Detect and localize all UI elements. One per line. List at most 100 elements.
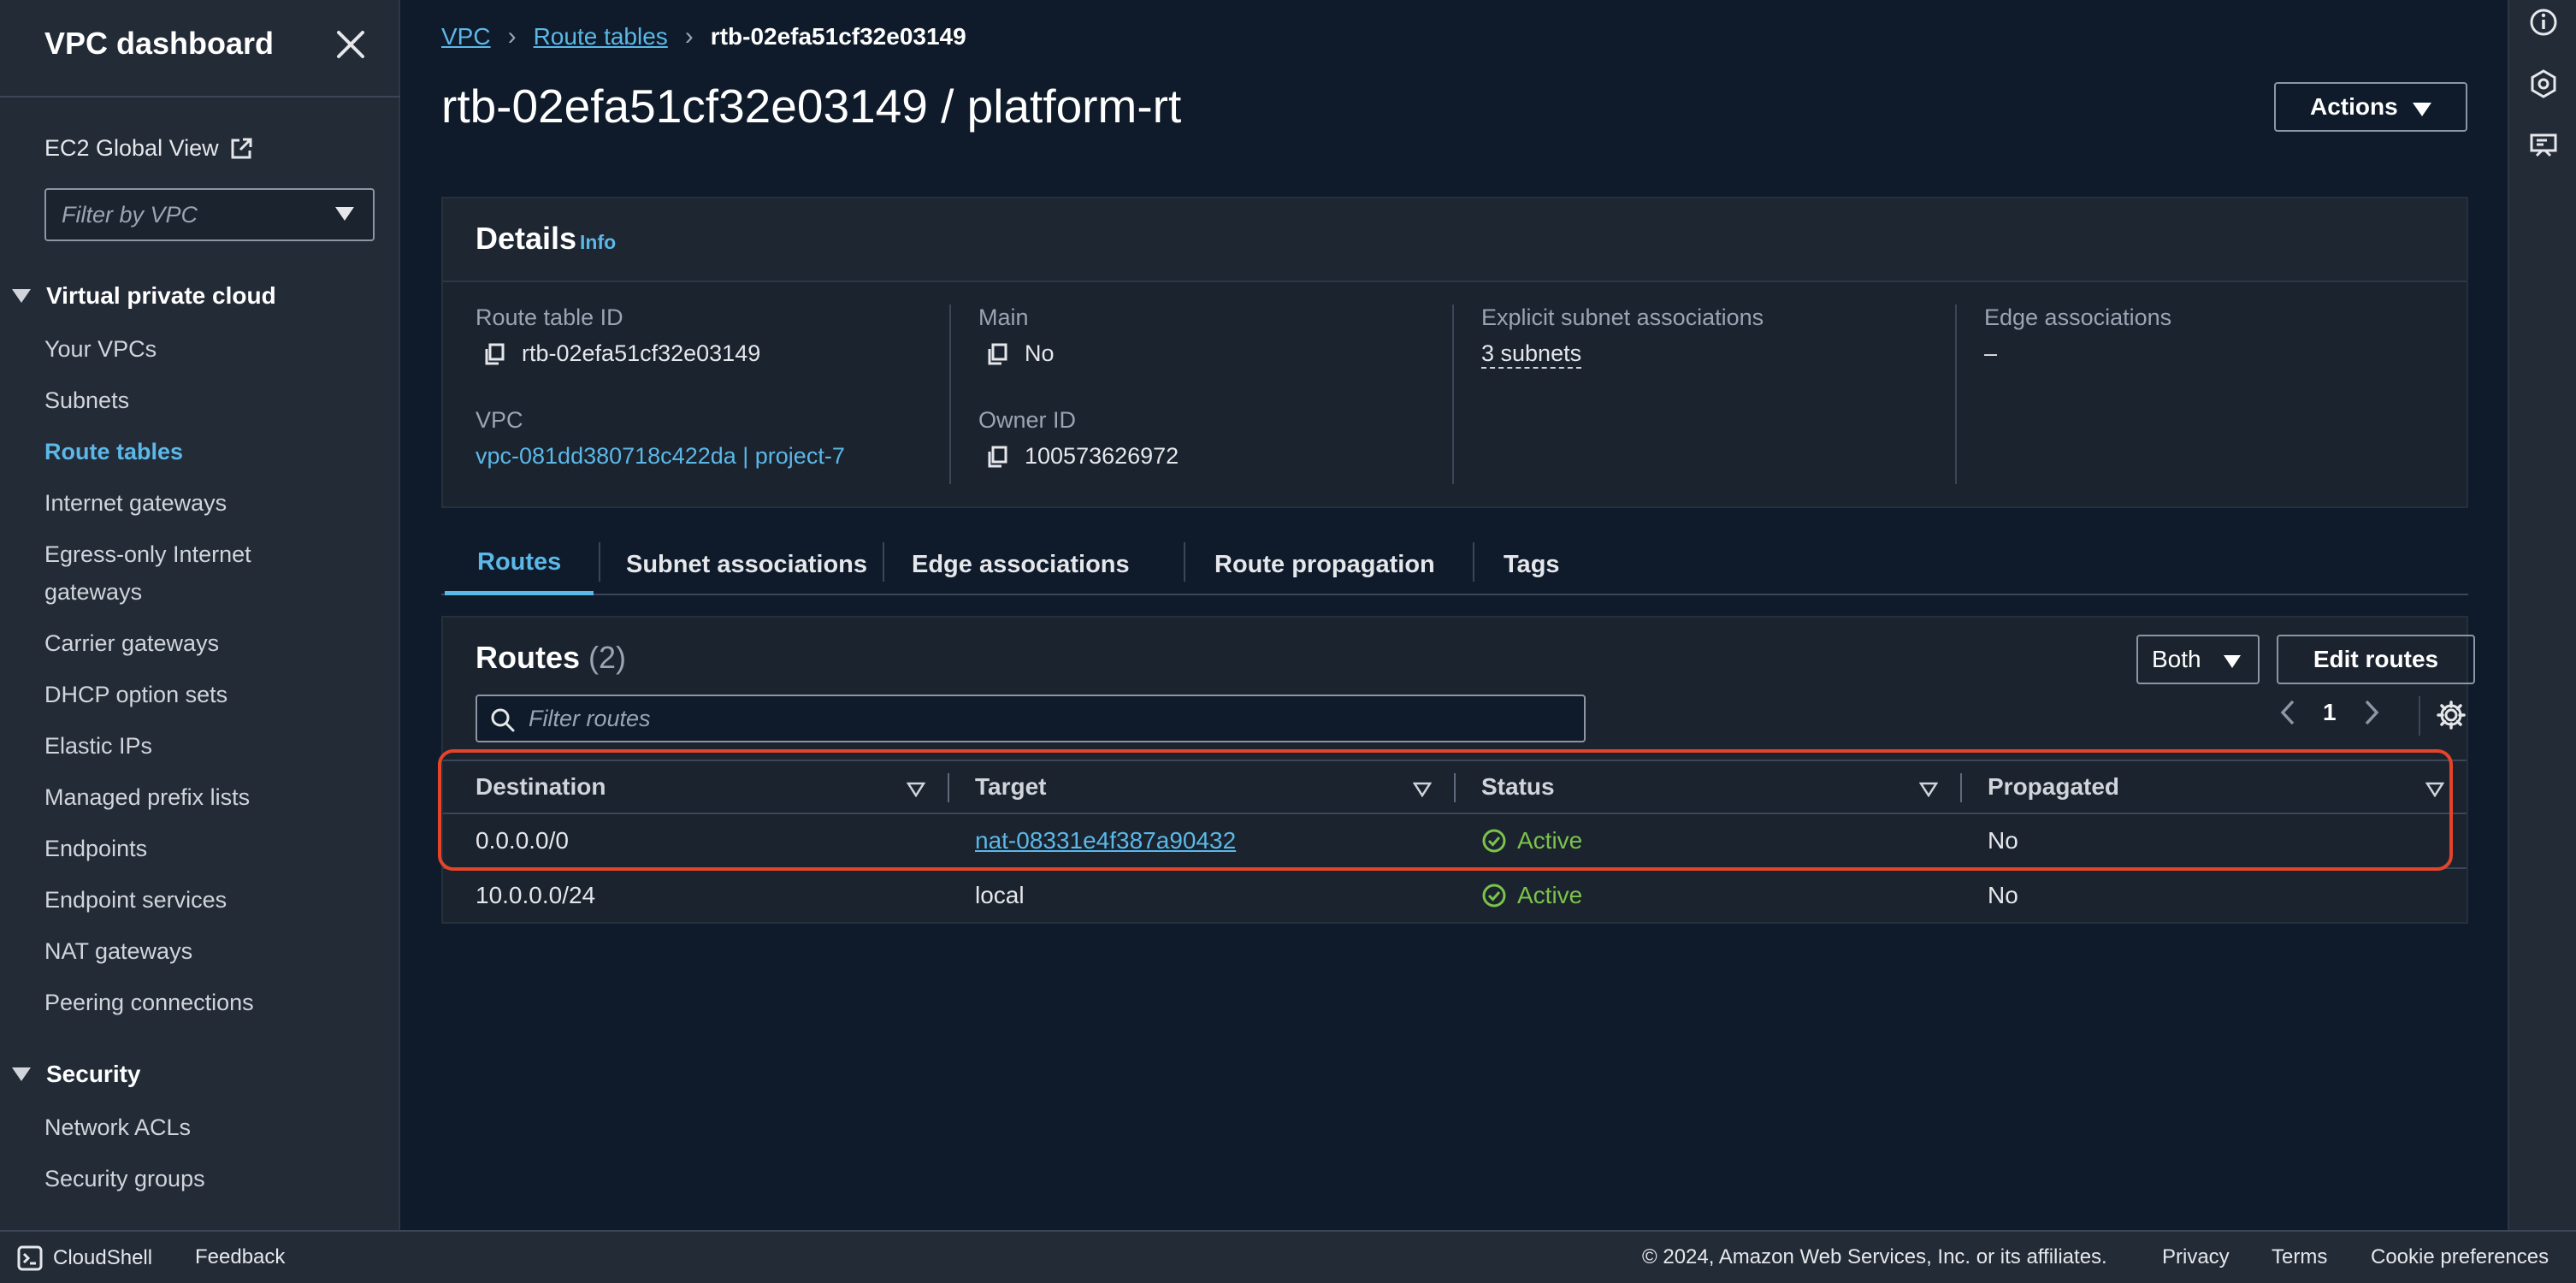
actions-button[interactable]: Actions [2274, 82, 2467, 132]
sidebar-item-managed-prefix-lists[interactable]: Managed prefix lists [44, 778, 352, 816]
sidebar: VPC dashboard EC2 Global View Filter by … [0, 0, 400, 1230]
chevron-left-icon[interactable] [2278, 698, 2297, 727]
copy-icon[interactable] [985, 445, 1009, 469]
edit-routes-button[interactable]: Edit routes [2277, 635, 2475, 684]
section-security[interactable]: Security [12, 1061, 141, 1088]
details-column-3: Explicit subnet associations 3 subnets [1452, 304, 1957, 484]
details-title: Details [476, 221, 577, 256]
tab-divider [599, 542, 600, 582]
sidebar-item-nat-gateways[interactable]: NAT gateways [44, 932, 352, 970]
subnet-associations-link[interactable]: 3 subnets [1481, 340, 1582, 369]
tab-divider [1184, 542, 1185, 582]
column-divider [948, 773, 949, 802]
sidebar-title: VPC dashboard [44, 26, 275, 61]
collapse-triangle-icon [12, 289, 31, 303]
sidebar-item-egress-only-internet-gateways[interactable]: Egress-only Internet gateways [44, 535, 301, 611]
info-icon[interactable] [2528, 7, 2559, 38]
presentation-icon[interactable] [2528, 130, 2559, 161]
details-column-4: Edge associations – [1955, 304, 2460, 484]
destination-cell: 0.0.0.0/0 [476, 827, 569, 854]
external-link-icon [231, 138, 252, 158]
sidebar-item-peering-connections[interactable]: Peering connections [44, 984, 352, 1021]
copy-icon[interactable] [985, 342, 1009, 366]
privacy-link[interactable]: Privacy [2162, 1245, 2230, 1269]
destination-cell: 10.0.0.0/24 [476, 882, 596, 908]
vpc-value: vpc-081dd380718c422da | project-7 [476, 443, 845, 470]
sort-icon[interactable] [2425, 782, 2444, 797]
status-text: Active [1517, 882, 1583, 908]
tab-tags[interactable]: Tags [1504, 534, 1560, 595]
column-header-propagated[interactable]: Propagated [1988, 761, 2119, 813]
propagated-cell: No [1988, 882, 2018, 908]
search-icon [491, 708, 515, 732]
tab-divider [1473, 542, 1474, 582]
sort-icon[interactable] [907, 782, 925, 797]
column-divider [1960, 773, 1962, 802]
route-type-label: Both [2152, 646, 2201, 672]
routes-count: (2) [588, 640, 627, 675]
route-table-id-label: Route table ID [476, 304, 623, 330]
column-header-destination[interactable]: Destination [476, 761, 606, 813]
cloudshell-button[interactable]: CloudShell [17, 1245, 152, 1271]
section-virtual-private-cloud[interactable]: Virtual private cloud [12, 282, 276, 310]
table-row[interactable]: 10.0.0.0/24 local Active No [443, 869, 2467, 924]
target-cell: local [975, 882, 1025, 908]
sidebar-item-elastic-ips[interactable]: Elastic IPs [44, 727, 352, 765]
routes-title-text: Routes [476, 640, 581, 675]
ec2-global-view-link[interactable]: EC2 Global View [44, 135, 253, 162]
current-page[interactable]: 1 [2323, 699, 2337, 726]
tab-subnet-associations[interactable]: Subnet associations [626, 534, 867, 595]
sidebar-item-route-tables[interactable]: Route tables [44, 433, 352, 470]
copy-icon[interactable] [482, 342, 506, 366]
sidebar-item-your-vpcs[interactable]: Your VPCs [44, 330, 352, 368]
breadcrumb-current: rtb-02efa51cf32e03149 [710, 23, 966, 50]
terms-link[interactable]: Terms [2272, 1245, 2327, 1269]
pager-divider [2419, 696, 2420, 736]
gear-icon[interactable] [2436, 700, 2467, 730]
owner-id-text: 100573626972 [1025, 443, 1179, 469]
chevron-right-icon[interactable] [2362, 698, 2381, 727]
breadcrumb-vpc[interactable]: VPC [441, 23, 491, 50]
close-icon[interactable] [334, 27, 368, 62]
sidebar-item-network-acls[interactable]: Network ACLs [44, 1109, 352, 1146]
subnet-associations-label: Explicit subnet associations [1481, 304, 1764, 330]
status-cell: Active [1481, 869, 1582, 922]
sidebar-item-endpoints[interactable]: Endpoints [44, 830, 352, 867]
table-header: Destination Target Status Propagated [443, 760, 2467, 814]
column-header-status[interactable]: Status [1481, 761, 1555, 813]
main-text: No [1025, 340, 1055, 366]
sidebar-item-carrier-gateways[interactable]: Carrier gateways [44, 624, 352, 662]
feedback-link[interactable]: Feedback [195, 1245, 285, 1269]
caret-down-icon [335, 207, 354, 221]
vpc-link[interactable]: vpc-081dd380718c422da | project-7 [476, 443, 845, 470]
sidebar-item-security-groups[interactable]: Security groups [44, 1160, 352, 1197]
vpc-filter-select[interactable]: Filter by VPC [44, 188, 375, 241]
filter-routes-input[interactable]: Filter routes [476, 695, 1586, 742]
cookie-preferences-link[interactable]: Cookie preferences [2371, 1245, 2549, 1269]
column-header-target[interactable]: Target [975, 761, 1047, 813]
sort-icon[interactable] [1413, 782, 1432, 797]
sort-icon[interactable] [1919, 782, 1938, 797]
details-header: Details Info [443, 198, 2467, 282]
main-label: Main [978, 304, 1029, 330]
owner-id-value: 100573626972 [985, 443, 1179, 470]
table-row[interactable]: 0.0.0.0/0 nat-08331e4f387a90432 Active N… [443, 814, 2467, 869]
edge-associations-label: Edge associations [1984, 304, 2172, 330]
nat-gateway-link[interactable]: nat-08331e4f387a90432 [975, 827, 1236, 854]
breadcrumb-route-tables[interactable]: Route tables [534, 23, 668, 50]
sidebar-item-internet-gateways[interactable]: Internet gateways [44, 484, 352, 522]
tab-edge-associations[interactable]: Edge associations [912, 534, 1130, 595]
sidebar-item-dhcp-option-sets[interactable]: DHCP option sets [44, 676, 352, 713]
sidebar-item-endpoint-services[interactable]: Endpoint services [44, 881, 352, 919]
sidebar-item-subnets[interactable]: Subnets [44, 381, 352, 419]
info-link[interactable]: Info [580, 231, 616, 254]
route-type-select[interactable]: Both [2136, 635, 2260, 684]
tab-routes[interactable]: Routes [445, 534, 594, 595]
edge-associations-value: – [1984, 340, 1998, 366]
owner-id-label: Owner ID [978, 407, 1077, 433]
status-cell: Active [1481, 814, 1582, 867]
hexagon-settings-icon[interactable] [2528, 68, 2559, 99]
tab-route-propagation[interactable]: Route propagation [1214, 534, 1435, 595]
main-value: No [985, 340, 1055, 367]
breadcrumb: VPC › Route tables › rtb-02efa51cf32e031… [441, 22, 966, 51]
